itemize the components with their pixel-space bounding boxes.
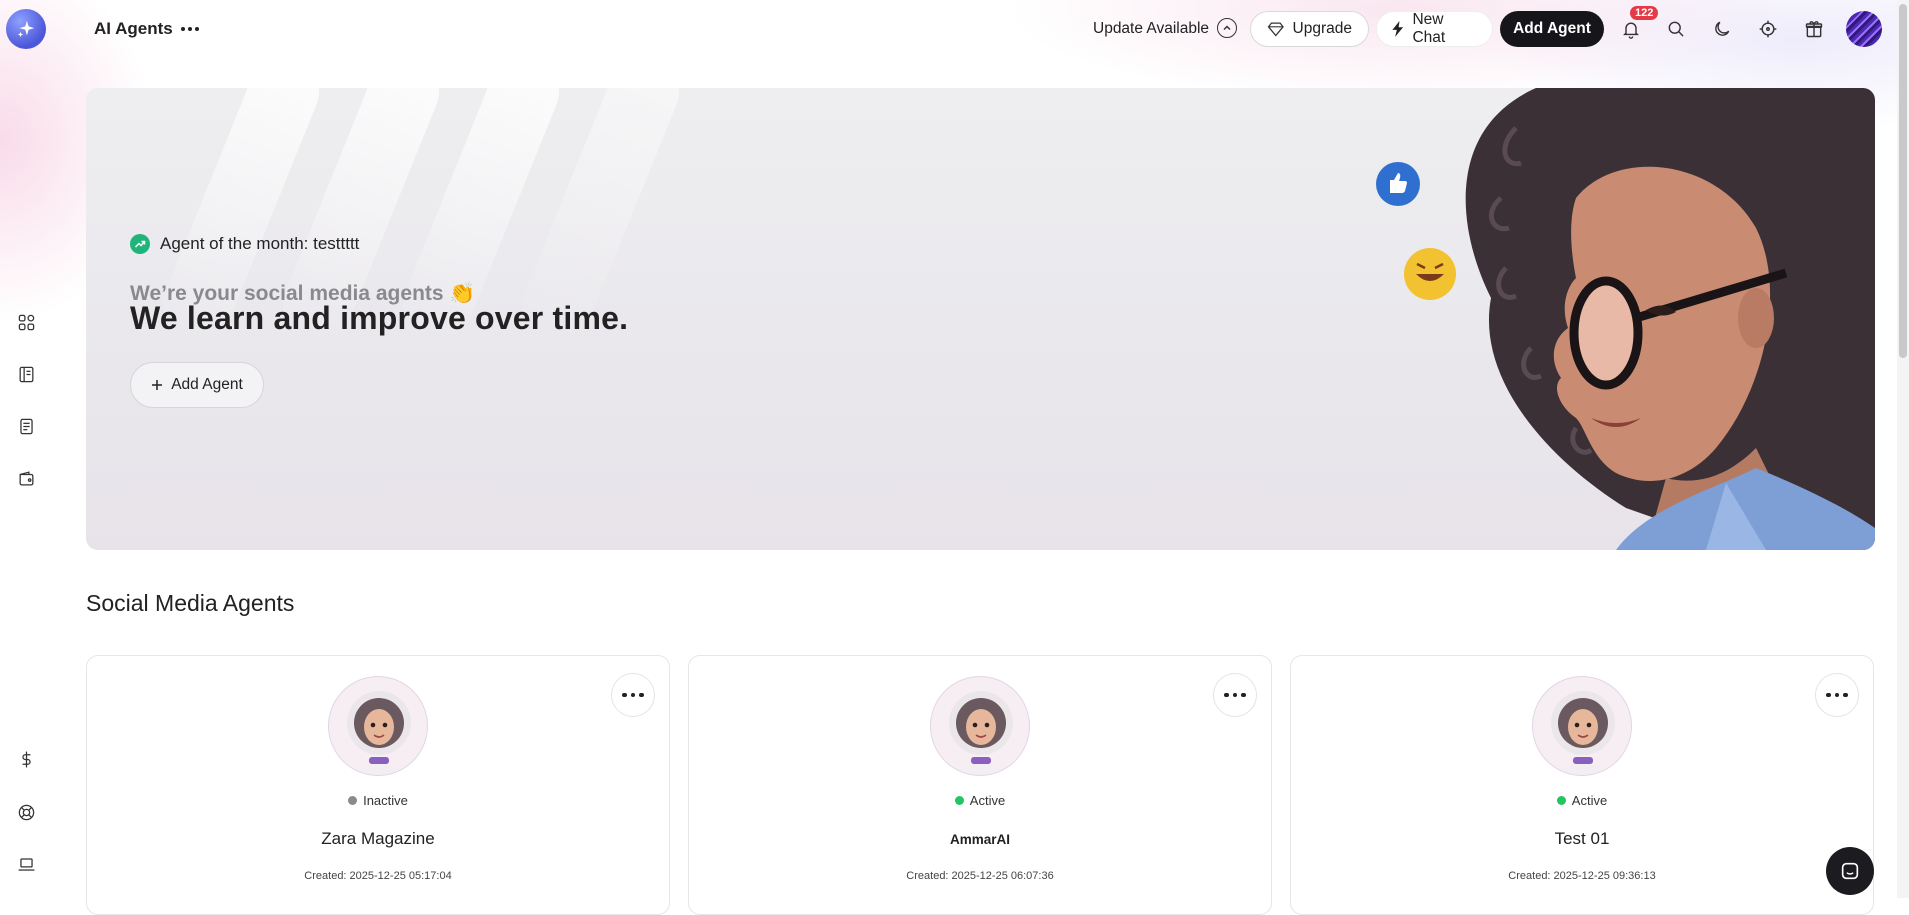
sidebar-item-documents[interactable] [14,414,38,438]
document-icon [19,418,33,434]
new-chat-button[interactable]: New Chat [1376,11,1493,47]
agent-card[interactable]: Active AmmarAI Created: 2025-12-25 06:07… [688,655,1272,915]
laptop-icon [18,857,34,871]
upgrade-button[interactable]: Upgrade [1250,11,1369,47]
like-reaction-icon [1376,162,1420,206]
title-more-button[interactable] [178,18,202,40]
page-title: AI Agents [94,19,173,38]
user-avatar[interactable] [1846,11,1882,47]
agent-created-date: Created: 2025-12-25 09:36:13 [1508,870,1656,882]
chat-launcher-button[interactable] [1826,847,1874,895]
hero-add-agent-button[interactable]: Add Agent [130,362,264,408]
agent-card-more-button[interactable] [611,673,655,717]
agent-status-label: Active [969,793,1006,808]
more-dot [1224,692,1229,698]
notification-count-badge: 122 [1630,6,1659,20]
agent-card-more-button[interactable] [1213,673,1257,717]
search-button[interactable] [1664,17,1688,41]
new-chat-label: New Chat [1412,11,1446,46]
section-title: Social Media Agents [86,590,295,616]
target-button[interactable] [1756,17,1780,41]
agent-card-more-button[interactable] [1815,673,1859,717]
status-dot [348,796,358,805]
hero-add-agent-label: Add Agent [171,376,243,393]
agent-card[interactable]: Active Test 01 Created: 2025-12-25 09:36… [1290,655,1874,915]
search-icon [1668,21,1684,37]
agent-status: Inactive [87,793,669,808]
lightning-icon [1392,21,1404,37]
more-dot [195,27,199,31]
diamond-icon [1267,22,1284,37]
notification-bell-button[interactable] [1619,17,1643,41]
more-dot [630,692,636,698]
agent-of-month: Agent of the month: testtttt [130,234,359,254]
sidebar-item-support[interactable] [14,800,38,824]
chat-icon [1841,862,1859,880]
scrollbar-thumb[interactable] [1899,4,1907,358]
trending-up-icon [130,234,150,254]
agent-avatar [1532,676,1632,776]
theme-toggle-button[interactable] [1710,17,1734,41]
moon-icon [1715,21,1730,36]
add-agent-button[interactable]: Add Agent [1500,11,1604,47]
agent-avatar [328,676,428,776]
sidebar-item-wallet[interactable] [14,466,38,490]
hero-banner: Agent of the month: testtttt We’re your … [86,88,1875,550]
agent-name: Test 01 [1554,829,1610,848]
hero-illustration [1376,88,1875,550]
agent-created-date: Created: 2025-12-25 06:07:36 [906,870,1054,882]
status-dot [954,796,964,805]
more-dot [639,692,644,698]
agent-card[interactable]: Inactive Zara Magazine Created: 2025-12-… [86,655,670,915]
hero-title: We learn and improve over time. [130,300,629,336]
more-dot [181,27,185,31]
agent-created-date: Created: 2025-12-25 05:17:04 [304,870,452,882]
bell-icon [1623,22,1639,39]
wallet-icon [19,470,33,485]
update-available-label[interactable]: Update Available [1093,20,1209,38]
more-dot [1241,692,1246,698]
sidebar [0,0,52,898]
agent-of-month-label: Agent of the month: testtttt [160,234,360,253]
status-dot [1556,796,1566,805]
plus-icon [152,380,163,390]
sidebar-item-billing[interactable] [14,747,38,771]
book-icon [19,366,33,382]
page-scrollbar[interactable] [1897,0,1909,898]
sidebar-item-library[interactable] [14,362,38,386]
more-dot [1826,692,1831,698]
dollar-icon [21,751,31,767]
more-dot [622,692,627,698]
crosshair-icon [1759,20,1777,38]
chevron-up-icon[interactable] [1217,18,1237,38]
sparkle-icon [17,20,35,38]
upgrade-label: Upgrade [1292,20,1352,37]
agent-name: Zara Magazine [321,829,435,848]
agent-name: AmmarAI [949,832,1011,847]
top-header: AI Agents Update Available Upgrade New C… [52,0,1892,58]
laughing-emoji-icon [1404,248,1456,300]
agent-status-label: Inactive [363,793,408,808]
sidebar-item-devices[interactable] [14,852,38,876]
grid-icon [18,314,34,330]
app-logo[interactable] [6,9,46,49]
more-dot [1232,692,1238,698]
more-dot [188,27,192,31]
more-dot [1843,692,1848,698]
lifebuoy-icon [18,804,34,820]
gift-icon [1805,21,1823,38]
agent-status: Active [1291,793,1873,808]
agent-status: Active [689,793,1271,808]
sidebar-item-dashboard[interactable] [14,310,38,334]
more-dot [1834,692,1840,698]
agent-avatar [930,676,1030,776]
agent-status-label: Active [1571,793,1608,808]
gift-button[interactable] [1802,17,1826,41]
